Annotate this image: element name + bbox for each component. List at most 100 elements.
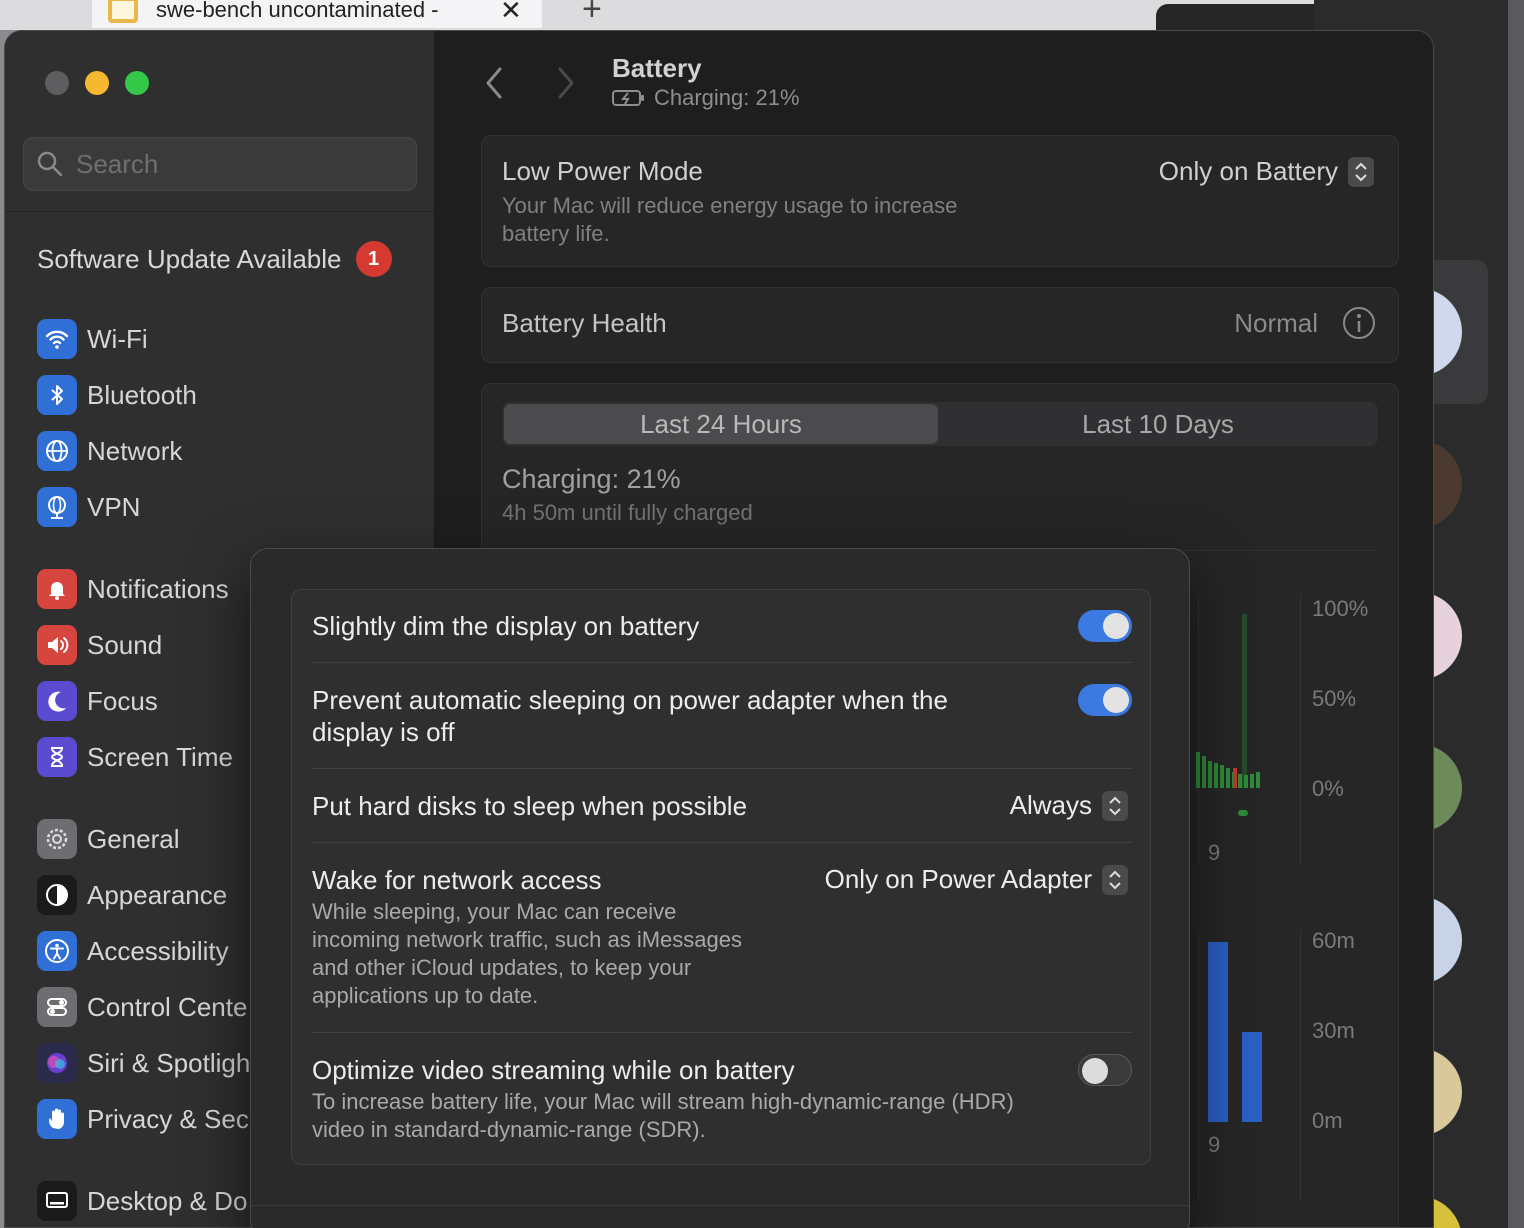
- sidebar-item-siri-spotligh[interactable]: Siri & Spotligh: [37, 1041, 250, 1085]
- sidebar-item-label: Sound: [87, 629, 163, 660]
- up-down-chevron-icon: [1348, 156, 1374, 187]
- prevent-sleep-toggle[interactable]: [1078, 684, 1132, 716]
- sidebar-item-appearance[interactable]: Appearance: [37, 873, 227, 917]
- wake-network-description: While sleeping, your Mac can receive inc…: [312, 899, 742, 1008]
- charging-indicator-bar: [1242, 614, 1247, 788]
- page-title: Battery: [612, 53, 702, 83]
- desktop-icon: [37, 1181, 77, 1221]
- toggle-knob: [1082, 1058, 1108, 1084]
- search-field[interactable]: [23, 137, 417, 191]
- gridline: [1198, 930, 1199, 1200]
- battery-health-label: Battery Health: [502, 308, 667, 338]
- info-icon[interactable]: [1342, 306, 1376, 340]
- screen-axis-label: 0m: [1312, 1108, 1343, 1133]
- sidebar-item-label: Network: [87, 435, 183, 466]
- accessibility-icon: [37, 931, 77, 971]
- search-icon: [37, 151, 63, 177]
- sidebar-item-desktop-do[interactable]: Desktop & Do: [37, 1179, 247, 1223]
- battery-level-bar: [1202, 755, 1206, 788]
- switches-icon: [37, 987, 77, 1027]
- sidebar-item-label: Wi-Fi: [87, 323, 148, 354]
- sidebar-item-label: Privacy & Sec: [87, 1103, 249, 1134]
- sidebar-item-screen-time[interactable]: Screen Time: [37, 735, 233, 779]
- back-chevron-icon[interactable]: [480, 65, 510, 101]
- time-range-segmented-control: Last 24 Hours Last 10 Days: [502, 402, 1378, 446]
- sidebar-item-accessibility[interactable]: Accessibility: [37, 929, 229, 973]
- wake-network-label: Wake for network access: [312, 865, 602, 895]
- software-update-label: Software Update Available: [37, 243, 342, 274]
- browser-tab[interactable]: swe-bench uncontaminated - ✕: [92, 0, 542, 28]
- battery-level-bar: [1208, 761, 1212, 788]
- optimize-video-label: Optimize video streaming while on batter…: [312, 1055, 795, 1085]
- toggle-knob: [1103, 687, 1129, 713]
- screen-axis-label: 30m: [1312, 1018, 1355, 1043]
- siri-icon: [37, 1043, 77, 1083]
- battery-level-bar: [1214, 762, 1218, 788]
- tab-last-10-days[interactable]: Last 10 Days: [940, 404, 1376, 444]
- sidebar-item-privacy-sec[interactable]: Privacy & Sec: [37, 1097, 249, 1141]
- battery-level-bar: [1226, 768, 1230, 788]
- gear-icon: [37, 819, 77, 859]
- tab-favicon-icon: [108, 0, 138, 23]
- wake-network-select[interactable]: Only on Power Adapter: [825, 864, 1128, 895]
- zoom-window-button[interactable]: [125, 71, 149, 95]
- gridline: [1198, 594, 1199, 864]
- close-window-button[interactable]: [45, 71, 69, 95]
- low-power-mode-label: Low Power Mode: [502, 156, 703, 186]
- bell-icon: [37, 569, 77, 609]
- battery-level-bar: [1220, 764, 1224, 788]
- page-subtitle: Charging: 21%: [612, 85, 800, 111]
- battery-health-card[interactable]: Battery Health Normal: [481, 287, 1399, 363]
- sidebar-item-sound[interactable]: Sound: [37, 623, 162, 667]
- sheet-footer-divider: [251, 1205, 1189, 1206]
- up-down-chevron-icon: [1102, 790, 1128, 821]
- sidebar-item-focus[interactable]: Focus: [37, 679, 158, 723]
- speaker-icon: [37, 625, 77, 665]
- battery-health-value: Normal: [1234, 308, 1318, 338]
- bluetooth-icon: [37, 375, 77, 415]
- globe-icon: [37, 431, 77, 471]
- tab-last-24-hours[interactable]: Last 24 Hours: [504, 404, 938, 444]
- divider: [312, 662, 1132, 663]
- sidebar-item-bluetooth[interactable]: Bluetooth: [37, 373, 197, 417]
- hand-icon: [37, 1099, 77, 1139]
- screen-axis-label: 60m: [1312, 928, 1355, 953]
- software-update-row[interactable]: Software Update Available 1: [37, 237, 392, 281]
- hard-disk-sleep-value: Always: [1009, 790, 1092, 820]
- low-power-mode-description: Your Mac will reduce energy usage to inc…: [502, 193, 958, 246]
- level-axis-label: 50%: [1312, 686, 1357, 711]
- minimize-window-button[interactable]: [85, 71, 109, 95]
- update-count-badge: 1: [355, 241, 392, 277]
- dim-display-toggle[interactable]: [1078, 610, 1132, 642]
- sidebar-item-notifications[interactable]: Notifications: [37, 567, 229, 611]
- forward-chevron-icon[interactable]: [550, 65, 580, 101]
- close-tab-icon[interactable]: ✕: [500, 0, 522, 26]
- sidebar-item-label: Screen Time: [87, 741, 233, 772]
- new-tab-icon[interactable]: +: [582, 0, 602, 29]
- sidebar-item-general[interactable]: General: [37, 817, 180, 861]
- wifi-icon: [37, 319, 77, 359]
- battery-level-bar: [1250, 773, 1254, 788]
- sidebar-item-wi-fi[interactable]: Wi-Fi: [37, 317, 148, 361]
- hard-disk-sleep-label: Put hard disks to sleep when possible: [312, 791, 748, 821]
- search-input[interactable]: [76, 148, 396, 180]
- battery-level-bar: [1256, 771, 1260, 788]
- prevent-sleep-label: Prevent automatic sleeping on power adap…: [312, 685, 948, 747]
- level-axis-label: 100%: [1312, 596, 1369, 621]
- optimize-video-toggle[interactable]: [1078, 1054, 1132, 1086]
- up-down-chevron-icon: [1102, 864, 1128, 895]
- sidebar-item-vpn[interactable]: VPN: [37, 485, 140, 529]
- optimize-video-description: To increase battery life, your Mac will …: [312, 1089, 1014, 1142]
- sidebar-item-control-cente[interactable]: Control Cente: [37, 985, 247, 1029]
- dim-display-label: Slightly dim the display on battery: [312, 611, 700, 641]
- sidebar-item-label: Appearance: [87, 879, 228, 910]
- sidebar-item-label: VPN: [87, 491, 141, 522]
- sidebar-item-network[interactable]: Network: [37, 429, 182, 473]
- usage-status: Charging: 21%: [502, 464, 681, 494]
- hard-disk-sleep-select[interactable]: Always: [1010, 790, 1128, 821]
- options-list: Slightly dim the display on battery Prev…: [291, 589, 1151, 1165]
- toggle-knob: [1103, 613, 1129, 639]
- screen-time-bar: [1208, 942, 1228, 1122]
- low-power-mode-select[interactable]: Only on Battery: [1159, 156, 1374, 187]
- background-edge: [1508, 0, 1524, 1228]
